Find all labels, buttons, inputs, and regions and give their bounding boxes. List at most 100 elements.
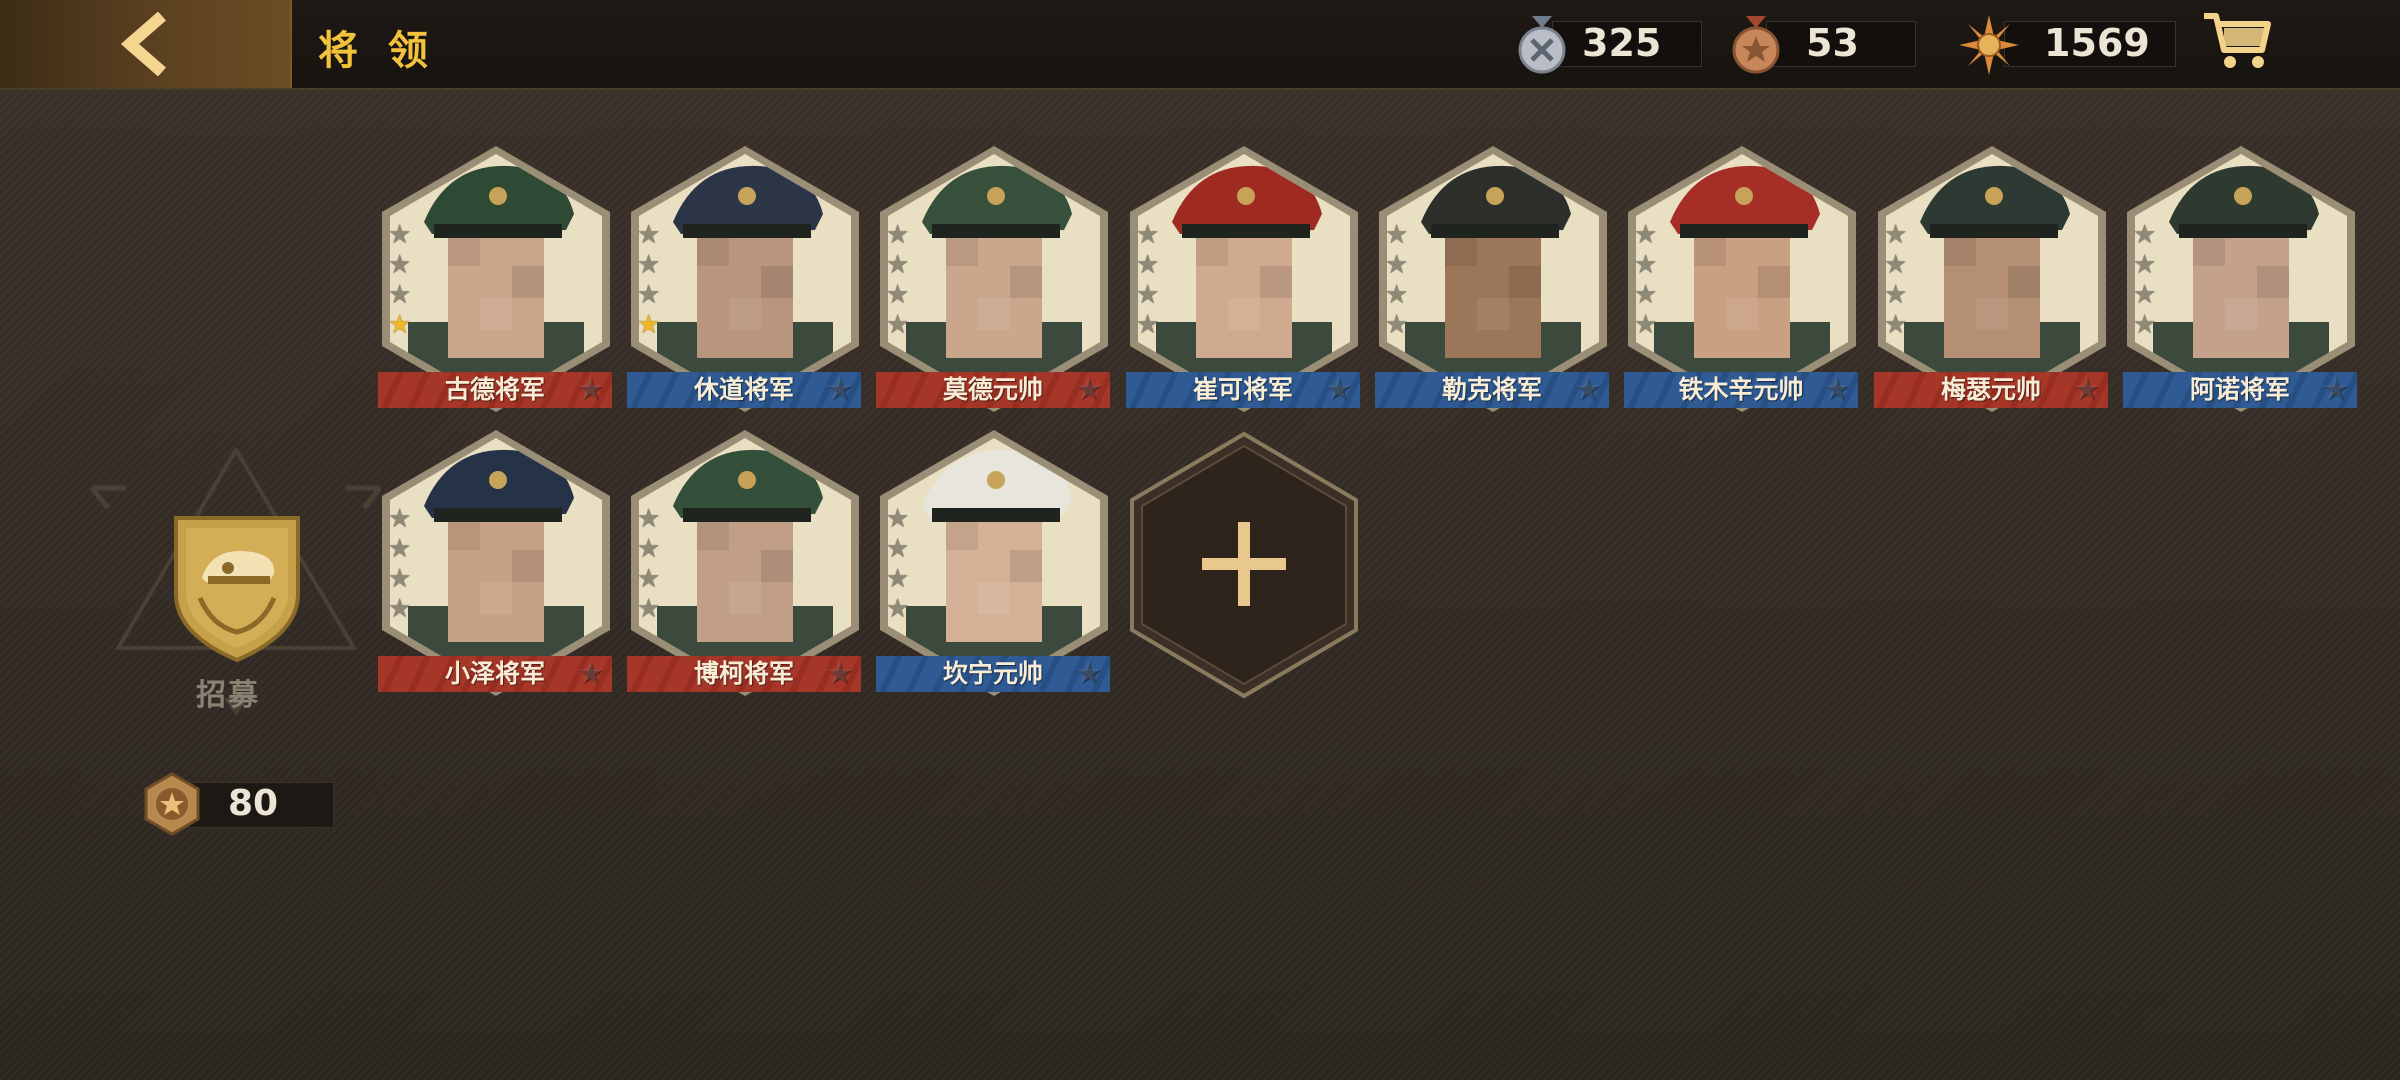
star-rating: ★ ★ ★ ★ [1136,220,1160,340]
officer-cap-badge-icon [174,516,300,663]
back-button[interactable] [0,0,292,88]
empty-star-icon: ★ [1385,250,1409,280]
bronze-medal-icon [1732,16,1780,74]
general-name-text: 崔可将军 [1192,375,1293,404]
general-name-text: 小泽将军 [444,659,545,688]
empty-star-icon: ★ [2133,220,2157,250]
empty-star-icon: ★ [2133,310,2157,340]
star-rating: ★ ★ ★ ★ [388,220,412,340]
empty-star-icon: ★ [886,280,910,310]
empty-star-icon: ★ [886,250,910,280]
empty-star-icon: ★ [1884,250,1908,280]
recruit-cost: 80 [140,770,340,836]
bronze-medal-count: 53 [1806,21,1859,65]
empty-star-icon: ★ [886,504,910,534]
empty-star-icon: ★ [388,564,412,594]
star-rating: ★ ★ ★ ★ [2133,220,2157,340]
empty-star-icon: ★ [886,594,910,624]
recruit-cost-value: 80 [228,783,279,824]
empty-star-icon: ★ [1385,220,1409,250]
faction-star-icon: ★ [1823,372,1850,407]
empty-star-icon: ★ [637,564,661,594]
general-name-text: 博柯将军 [693,659,794,688]
general-card[interactable]: ★ ★ ★ ★ 坎宁元帅 ★ [876,428,1112,698]
empty-star-icon: ★ [637,504,661,534]
empty-star-icon: ★ [886,310,910,340]
empty-star-icon: ★ [886,220,910,250]
general-name: 阿诺将军 ★ [2123,372,2357,408]
plus-icon [1202,522,1286,606]
empty-star-icon: ★ [1634,280,1658,310]
empty-star-icon: ★ [388,594,412,624]
general-name-text: 休道将军 [693,375,794,404]
general-card[interactable]: ★ ★ ★ ★ 休道将军 ★ [627,144,863,414]
star-rating: ★ ★ ★ ★ [886,504,910,624]
general-name: 崔可将军 ★ [1126,372,1360,408]
empty-star-icon: ★ [637,220,661,250]
general-name-text: 坎宁元帅 [942,659,1043,688]
star-rating: ★ ★ ★ ★ [886,220,910,340]
add-general-button[interactable] [1126,430,1362,700]
general-card[interactable]: ★ ★ ★ ★ 崔可将军 ★ [1126,144,1362,414]
general-card[interactable]: ★ ★ ★ ★ 铁木辛元帅 ★ [1624,144,1860,414]
empty-star-icon: ★ [1634,310,1658,340]
gold-star-icon: ★ [388,310,412,340]
faction-star-icon: ★ [1075,372,1102,407]
recruit-label: 招募 [196,678,260,713]
resource-silver-medal: 325 [1512,14,1702,76]
faction-star-icon: ★ [1574,372,1601,407]
empty-star-icon: ★ [1136,250,1160,280]
faction-star-icon: ★ [577,656,604,691]
faction-star-icon: ★ [577,372,604,407]
resource-sun-emblem: 1569 [1954,14,2180,76]
empty-star-icon: ★ [1884,280,1908,310]
faction-star-icon: ★ [2073,372,2100,407]
resource-bronze-medal: 53 [1726,14,1916,76]
general-name: 勒克将军 ★ [1375,372,1609,408]
silver-medal-count: 325 [1582,21,1662,65]
shopping-cart-icon[interactable] [2200,6,2274,76]
general-card[interactable]: ★ ★ ★ ★ 莫德元帅 ★ [876,144,1112,414]
empty-star-icon: ★ [1136,280,1160,310]
gold-star-icon: ★ [637,310,661,340]
general-name: 古德将军 ★ [378,372,612,408]
general-card[interactable]: ★ ★ ★ ★ 勒克将军 ★ [1375,144,1611,414]
general-name-text: 铁木辛元帅 [1678,375,1804,404]
empty-star-icon: ★ [1884,310,1908,340]
general-name: 梅瑟元帅 ★ [1874,372,2108,408]
faction-star-icon: ★ [2322,372,2349,407]
empty-star-icon: ★ [886,534,910,564]
general-card[interactable]: ★ ★ ★ ★ 博柯将军 ★ [627,428,863,698]
general-card[interactable]: ★ ★ ★ ★ 古德将军 ★ [378,144,614,414]
empty-star-icon: ★ [388,280,412,310]
general-name: 坎宁元帅 ★ [876,656,1110,692]
faction-star-icon: ★ [1325,372,1352,407]
empty-star-icon: ★ [1634,250,1658,280]
page-title: 将 领 [318,28,436,74]
general-name-text: 莫德元帅 [942,375,1043,404]
star-rating: ★ ★ ★ ★ [1385,220,1409,340]
general-card[interactable]: ★ ★ ★ ★ 小泽将军 ★ [378,428,614,698]
star-medal-icon [144,772,200,836]
general-name-text: 阿诺将军 [2189,375,2290,404]
empty-star-icon: ★ [1136,310,1160,340]
empty-star-icon: ★ [388,220,412,250]
general-name-text: 勒克将军 [1441,375,1542,404]
faction-star-icon: ★ [826,372,853,407]
general-name-text: 梅瑟元帅 [1940,375,2041,404]
chevron-left-icon [120,12,166,76]
faction-star-icon: ★ [826,656,853,691]
general-card[interactable]: ★ ★ ★ ★ 梅瑟元帅 ★ [1874,144,2110,414]
empty-star-icon: ★ [388,534,412,564]
empty-star-icon: ★ [1136,220,1160,250]
star-rating: ★ ★ ★ ★ [1884,220,1908,340]
empty-star-icon: ★ [637,280,661,310]
general-name-text: 古德将军 [444,375,545,404]
general-card[interactable]: ★ ★ ★ ★ 阿诺将军 ★ [2123,144,2359,414]
empty-star-icon: ★ [637,250,661,280]
empty-star-icon: ★ [2133,250,2157,280]
general-name: 莫德元帅 ★ [876,372,1110,408]
general-name: 博柯将军 ★ [627,656,861,692]
star-rating: ★ ★ ★ ★ [637,504,661,624]
empty-star-icon: ★ [388,504,412,534]
